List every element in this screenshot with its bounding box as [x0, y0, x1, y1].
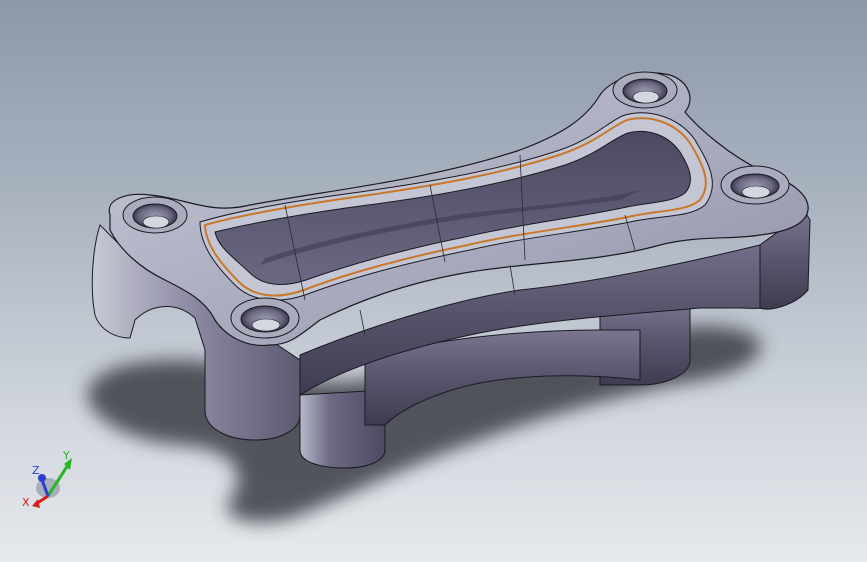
- model-canvas[interactable]: Y Z X: [0, 0, 867, 562]
- triad-x-label: X: [22, 496, 30, 509]
- bolt-hole-bottom-left[interactable]: [230, 297, 300, 339]
- triad-z-label: Z: [32, 464, 40, 477]
- bolt-hole-top-left[interactable]: [122, 196, 188, 234]
- bolt-hole-top-right[interactable]: [612, 71, 678, 109]
- triad-y-label: Y: [62, 449, 70, 462]
- orientation-triad[interactable]: Y Z X: [22, 449, 72, 509]
- bolt-hole-bottom-right[interactable]: [720, 165, 790, 205]
- graphics-viewport[interactable]: Y Z X: [0, 0, 867, 562]
